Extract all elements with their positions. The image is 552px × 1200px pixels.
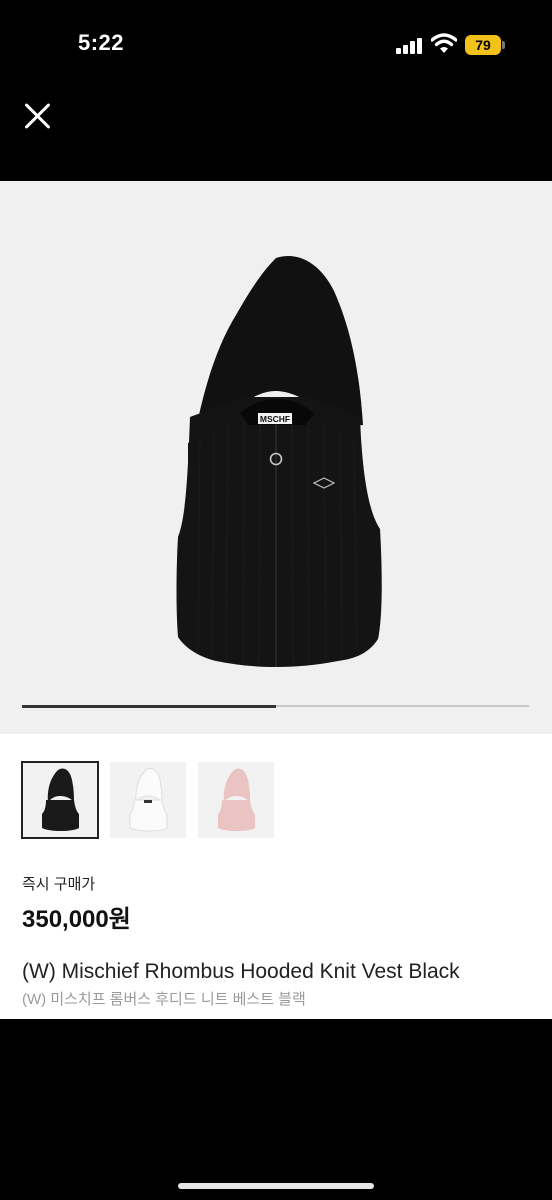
image-progress-track [22,704,529,708]
product-detail: MSCHF 즉시 구매가 350,000원 (W) Mischief Rhomb… [0,181,552,1019]
home-indicator [178,1183,374,1189]
thumbnail-white[interactable] [110,762,186,838]
vest-white-thumbnail-icon [129,767,168,832]
battery-icon: 79 [465,35,501,55]
product-image-carousel[interactable]: MSCHF [0,181,552,734]
price-label: 즉시 구매가 [22,876,96,893]
wifi-icon [431,33,457,53]
product-title-en: (W) Mischief Rhombus Hooded Knit Vest Bl… [22,960,460,983]
thumbnail-black[interactable] [21,761,99,839]
product-logo-label: MSCHF [260,414,290,424]
status-time: 5:22 [78,30,125,55]
price-value: 350,000원 [22,906,131,933]
thumbnail-pink[interactable] [198,762,274,838]
battery-cap [502,41,505,49]
close-button[interactable] [22,100,54,132]
product-image: MSCHF [176,256,382,667]
cellular-signal-icon [396,36,424,54]
vest-pink-thumbnail-icon [218,768,255,831]
vest-black-thumbnail-icon [42,768,79,831]
image-progress-fill [22,704,276,708]
status-bar: 5:22 79 [0,0,552,90]
product-title-ko: (W) 미스치프 롬버스 후디드 니트 베스트 블랙 [22,991,306,1008]
